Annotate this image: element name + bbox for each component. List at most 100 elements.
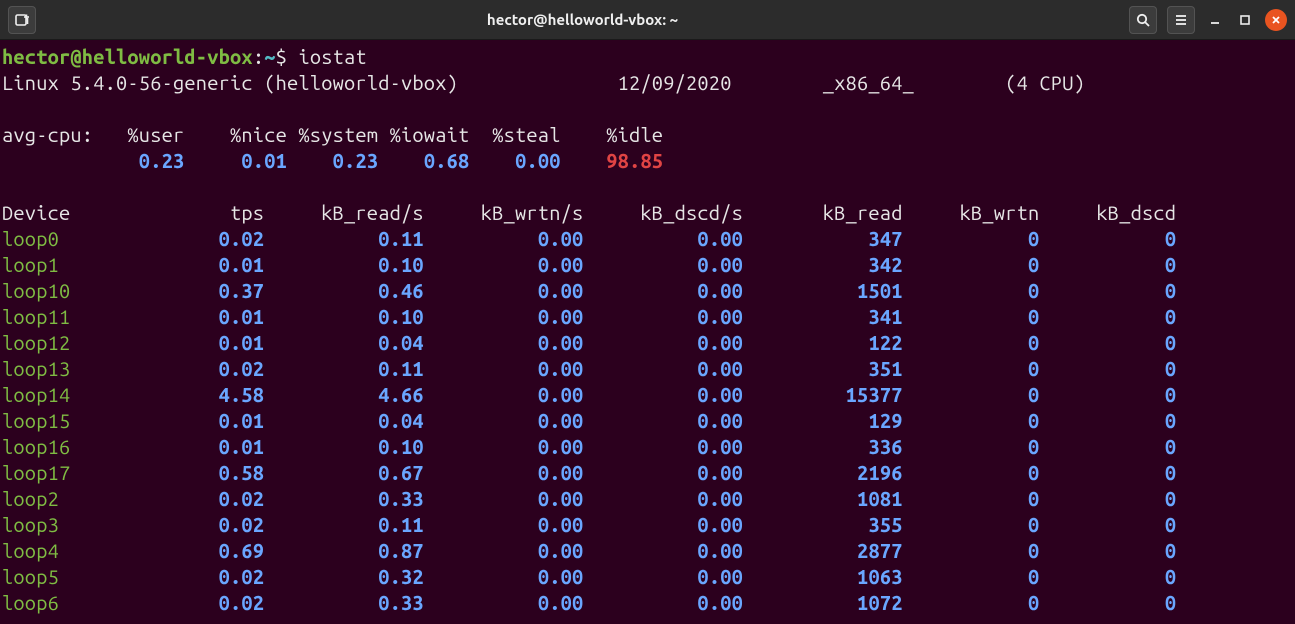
prompt-dollar: $ — [276, 45, 287, 68]
device-kbreadps: 4.66 — [264, 383, 424, 406]
device-kbwrtn: 0 — [903, 591, 1040, 614]
menu-button[interactable] — [1167, 6, 1195, 34]
device-kbwrtn: 0 — [903, 565, 1040, 588]
device-kbdscd: 0 — [1039, 487, 1176, 510]
prompt-user-host: hector@helloworld-vbox — [2, 45, 253, 68]
system-line: Linux 5.4.0-56-generic (helloworld-vbox)… — [2, 70, 1293, 96]
device-kbdscdps: 0.00 — [583, 331, 743, 354]
device-kbwrtnps: 0.00 — [424, 305, 584, 328]
device-tps: 4.58 — [162, 383, 265, 406]
device-tps: 0.02 — [162, 487, 265, 510]
device-kbreadps: 0.11 — [264, 357, 424, 380]
device-kbwrtnps: 0.00 — [424, 357, 584, 380]
titlebar: hector@helloworld-vbox: ~ — [0, 0, 1295, 40]
device-kbdscd: 0 — [1039, 461, 1176, 484]
device-kbreadps: 0.33 — [264, 591, 424, 614]
command-text: iostat — [298, 45, 366, 68]
device-kbread: 341 — [743, 305, 903, 328]
device-kbreadps: 0.33 — [264, 487, 424, 510]
device-tps: 0.02 — [162, 227, 265, 250]
minimize-button[interactable] — [1205, 10, 1225, 30]
device-kbread: 1072 — [743, 591, 903, 614]
device-kbdscd: 0 — [1039, 539, 1176, 562]
device-kbwrtnps: 0.00 — [424, 331, 584, 354]
device-kbreadps: 0.67 — [264, 461, 424, 484]
device-kbdscd: 0 — [1039, 591, 1176, 614]
device-tps: 0.01 — [162, 409, 265, 432]
device-kbwrtn: 0 — [903, 253, 1040, 276]
device-kbwrtn: 0 — [903, 435, 1040, 458]
device-kbwrtn: 0 — [903, 227, 1040, 250]
device-name: loop11 — [2, 305, 162, 328]
device-kbread: 351 — [743, 357, 903, 380]
device-kbread: 15377 — [743, 383, 903, 406]
device-kbread: 342 — [743, 253, 903, 276]
device-kbwrtn: 0 — [903, 539, 1040, 562]
device-name: loop4 — [2, 539, 162, 562]
device-kbread: 122 — [743, 331, 903, 354]
new-tab-icon — [14, 12, 30, 28]
new-tab-button[interactable] — [8, 6, 36, 34]
cpu-header-line: avg-cpu: %user %nice %system %iowait %st… — [2, 122, 1293, 148]
close-button[interactable] — [1265, 9, 1287, 31]
device-kbread: 2877 — [743, 539, 903, 562]
device-kbwrtnps: 0.00 — [424, 461, 584, 484]
device-tps: 0.02 — [162, 357, 265, 380]
device-kbwrtn: 0 — [903, 331, 1040, 354]
maximize-button[interactable] — [1235, 10, 1255, 30]
device-name: loop10 — [2, 279, 162, 302]
device-tps: 0.01 — [162, 435, 265, 458]
device-kbdscd: 0 — [1039, 331, 1176, 354]
device-name: loop5 — [2, 565, 162, 588]
device-kbwrtnps: 0.00 — [424, 487, 584, 510]
device-kbdscd: 0 — [1039, 279, 1176, 302]
device-row: loop17 0.58 0.67 0.00 0.00 2196 0 0 — [2, 460, 1293, 486]
device-kbreadps: 0.10 — [264, 435, 424, 458]
device-tps: 0.69 — [162, 539, 265, 562]
device-kbdscdps: 0.00 — [583, 591, 743, 614]
device-kbwrtn: 0 — [903, 409, 1040, 432]
device-kbreadps: 0.32 — [264, 565, 424, 588]
device-row: loop14 4.58 4.66 0.00 0.00 15377 0 0 — [2, 382, 1293, 408]
device-name: loop13 — [2, 357, 162, 380]
device-kbwrtn: 0 — [903, 461, 1040, 484]
device-kbdscd: 0 — [1039, 513, 1176, 536]
device-kbdscd: 0 — [1039, 565, 1176, 588]
device-kbwrtn: 0 — [903, 383, 1040, 406]
device-kbdscd: 0 — [1039, 357, 1176, 380]
device-kbwrtnps: 0.00 — [424, 279, 584, 302]
device-kbwrtnps: 0.00 — [424, 253, 584, 276]
device-kbwrtnps: 0.00 — [424, 435, 584, 458]
device-name: loop17 — [2, 461, 162, 484]
device-name: loop3 — [2, 513, 162, 536]
device-kbdscdps: 0.00 — [583, 435, 743, 458]
device-kbwrtn: 0 — [903, 305, 1040, 328]
device-tps: 0.02 — [162, 513, 265, 536]
device-row: loop0 0.02 0.11 0.00 0.00 347 0 0 — [2, 226, 1293, 252]
device-row: loop15 0.01 0.04 0.00 0.00 129 0 0 — [2, 408, 1293, 434]
device-kbdscd: 0 — [1039, 227, 1176, 250]
device-row: loop4 0.69 0.87 0.00 0.00 2877 0 0 — [2, 538, 1293, 564]
device-kbwrtnps: 0.00 — [424, 513, 584, 536]
device-kbreadps: 0.04 — [264, 331, 424, 354]
cpu-values-line: 0.23 0.01 0.23 0.68 0.00 98.85 — [2, 148, 1293, 174]
device-name: loop2 — [2, 487, 162, 510]
device-kbdscd: 0 — [1039, 435, 1176, 458]
device-name: loop14 — [2, 383, 162, 406]
device-kbdscd: 0 — [1039, 383, 1176, 406]
device-header-line: Device tps kB_read/s kB_wrtn/s kB_dscd/s… — [2, 200, 1293, 226]
device-kbdscd: 0 — [1039, 253, 1176, 276]
prompt-path: ~ — [264, 45, 275, 68]
hamburger-icon — [1173, 12, 1189, 28]
device-kbdscdps: 0.00 — [583, 487, 743, 510]
window-title: hector@helloworld-vbox: ~ — [36, 11, 1129, 28]
device-kbdscd: 0 — [1039, 409, 1176, 432]
device-tps: 0.01 — [162, 253, 265, 276]
device-kbread: 336 — [743, 435, 903, 458]
device-row: loop12 0.01 0.04 0.00 0.00 122 0 0 — [2, 330, 1293, 356]
device-kbwrtn: 0 — [903, 513, 1040, 536]
terminal-area[interactable]: hector@helloworld-vbox:~$ iostat Linux 5… — [0, 40, 1295, 620]
device-row: loop2 0.02 0.33 0.00 0.00 1081 0 0 — [2, 486, 1293, 512]
search-button[interactable] — [1129, 6, 1157, 34]
device-row: loop13 0.02 0.11 0.00 0.00 351 0 0 — [2, 356, 1293, 382]
